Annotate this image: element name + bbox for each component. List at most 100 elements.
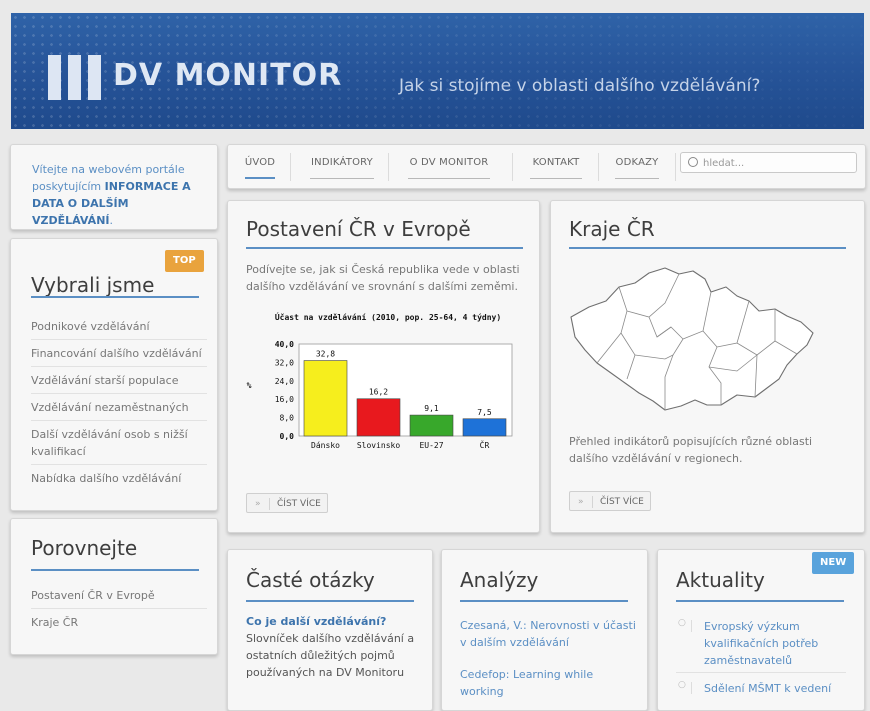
x-tick-label: Dánsko [311,441,340,450]
regions-panel: Kraje ČR Přehled indikátorů popisujících… [550,200,865,533]
czech-regions-map[interactable] [561,259,823,419]
chart-title: Účast na vzdělávání (2010, pop. 25-64, 4… [275,311,501,322]
bar-value-label: 16,2 [369,388,388,397]
logo-bars-icon[interactable] [48,55,104,100]
bar [303,360,348,437]
analysis-link[interactable]: Czesaná, V.: Nerovnosti v účasti v další… [460,617,636,651]
y-tick-label: 24,0 [275,377,294,386]
news-item-link[interactable]: Evropský výzkum kvalifikačních potřeb za… [704,618,854,669]
tab-divider [388,153,389,181]
main-nav: ÚVOD INDIKÁTORY O DV MONITOR KONTAKT ODK… [227,144,866,189]
y-tick-label: 32,0 [275,358,294,367]
y-axis-ticks: 0,0 8,0 16,0 24,0 32,0 40,0 [275,340,294,441]
analyses-title: Analýzy [460,568,539,592]
chevron-right-icon: » [255,499,261,509]
selected-title: Vybrali jsme [31,273,155,297]
welcome-text-end: . [109,214,114,227]
title-underline [569,247,846,249]
x-tick-label: ČR [480,439,490,450]
news-title: Aktuality [676,568,765,592]
tab-divider [675,153,676,181]
button-divider [592,496,593,508]
read-more-label: ČÍST VÍCE [600,497,644,507]
news-item-link[interactable]: Sdělení MŠMT k vedení [704,680,854,697]
selected-item[interactable]: Vzdělávání nezaměstnaných [31,394,207,421]
participation-chart: Účast na vzdělávání (2010, pop. 25-64, 4… [247,311,513,450]
chevron-right-icon: » [578,497,584,507]
y-tick-label: 16,0 [275,395,294,404]
tab-kontakt[interactable]: KONTAKT [516,145,596,188]
tab-underline [615,178,659,179]
bullet-icon: ○ [678,680,686,690]
bar [409,414,454,437]
faq-answer: Slovníček dalšího vzdělávání a ostatních… [246,632,415,679]
search-icon [688,157,698,167]
tab-label: KONTAKT [532,157,580,168]
europe-panel: Postavení ČR v Evropě Podívejte se, jak … [227,200,540,533]
title-underline [460,600,628,602]
selected-item[interactable]: Nabídka dalšího vzdělávání [31,465,207,491]
tab-uvod[interactable]: ÚVOD [234,145,286,188]
read-more-button[interactable]: » ČÍST VÍCE [569,491,651,511]
bar-value-label: 7,5 [477,408,492,417]
x-tick-label: Slovinsko [357,441,401,450]
tab-label: INDIKÁTORY [311,157,373,168]
bar [356,398,401,437]
compare-panel: Porovnejte Postavení ČR v Evropě Kraje Č… [10,518,218,655]
tab-underline [530,178,582,179]
regions-title: Kraje ČR [569,217,655,241]
bullet-divider [691,682,692,694]
tab-odkazy[interactable]: ODKAZY [602,145,672,188]
bullet-icon: ○ [678,618,686,628]
read-more-label: ČÍST VÍCE [277,499,321,509]
y-tick-label: 8,0 [280,414,295,423]
compare-item[interactable]: Kraje ČR [31,609,207,635]
selected-item[interactable]: Podnikové vzdělávání [31,313,207,340]
bar-value-label: 32,8 [316,350,335,359]
tab-divider [290,153,291,181]
faq-question-link[interactable]: Co je další vzdělávání? [246,613,422,630]
y-tick-label: 0,0 [280,432,295,441]
news-panel: Aktuality NEW ○ Evropský výzkum kvalifik… [657,549,865,711]
tab-divider [512,153,513,181]
compare-item[interactable]: Postavení ČR v Evropě [31,582,207,609]
regions-description: Přehled indikátorů popisujících různé ob… [569,435,813,465]
read-more-button[interactable]: » ČÍST VÍCE [246,493,328,513]
tab-label: O DV MONITOR [409,157,489,168]
y-tick-label: 40,0 [275,340,294,349]
logo-text[interactable]: DV MONITOR [113,58,342,93]
tab-underline [408,178,490,179]
analysis-link[interactable]: Cedefop: Learning while working [460,666,636,700]
bullet-divider [691,620,692,632]
title-underline [31,569,199,571]
selected-item[interactable]: Vzdělávání starší populace [31,367,207,394]
new-badge: NEW [812,552,855,574]
compare-list: Postavení ČR v Evropě Kraje ČR [31,582,207,635]
tab-label: ÚVOD [244,157,276,168]
site-header: DV MONITOR Jak si stojíme v oblasti dalš… [11,13,864,129]
bar-value-label: 9,1 [424,404,439,413]
country-outline [570,267,814,411]
site-tagline: Jak si stojíme v oblasti dalšího vzděláv… [399,76,761,96]
welcome-text: Vítejte na webovém portále poskytujícím … [32,161,212,229]
tab-underline [245,177,275,179]
selected-list: Podnikové vzdělávání Financování dalšího… [31,313,207,491]
search-input[interactable]: hledat... [680,152,857,173]
compare-title: Porovnejte [31,536,138,560]
faq-title: Časté otázky [246,568,375,592]
tab-o-dv-monitor[interactable]: O DV MONITOR [393,145,505,188]
tab-label: ODKAZY [615,157,659,168]
selected-item[interactable]: Další vzdělávání osob s nižší kvalifikac… [31,421,207,465]
selected-item[interactable]: Financování dalšího vzdělávání [31,340,207,367]
selected-panel: Vybrali jsme TOP Podnikové vzdělávání Fi… [10,238,218,511]
title-underline [31,296,199,298]
bar [462,418,507,437]
top-badge: TOP [165,250,204,272]
welcome-panel: Vítejte na webovém portále poskytujícím … [10,144,218,230]
title-underline [676,600,844,602]
tab-indikatory[interactable]: INDIKÁTORY [304,145,380,188]
news-divider [676,672,846,673]
tab-divider [598,153,599,181]
x-tick-label: EU-27 [419,441,443,450]
title-underline [246,600,414,602]
